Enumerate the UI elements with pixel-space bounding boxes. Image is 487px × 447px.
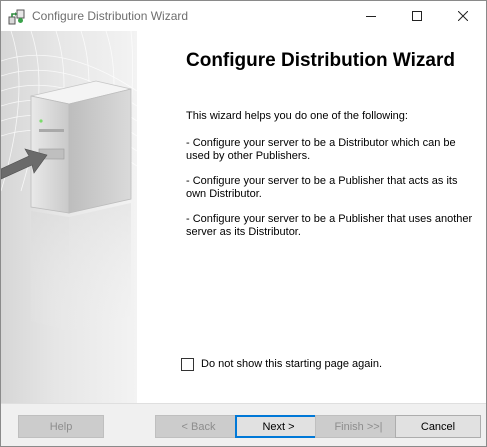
page-title: Configure Distribution Wizard (186, 50, 455, 71)
wizard-window: Configure Distribution Wizard Configure … (0, 0, 487, 447)
close-button[interactable] (440, 1, 486, 31)
option-description: - Configure your server to be a Publishe… (186, 175, 458, 200)
dont-show-again-label[interactable]: Do not show this starting page again. (201, 358, 382, 370)
server-illustration (1, 31, 137, 331)
maximize-icon (412, 11, 422, 21)
minimize-icon (366, 11, 376, 21)
intro-text: This wizard helps you do one of the foll… (186, 110, 408, 122)
help-button[interactable]: Help (18, 415, 104, 438)
cancel-button[interactable]: Cancel (395, 415, 481, 438)
option-description: - Configure your server to be a Distribu… (186, 137, 456, 162)
wizard-side-image (1, 31, 137, 403)
wizard-content: Configure Distribution Wizard This wizar… (137, 31, 486, 403)
back-button[interactable]: < Back (155, 415, 242, 438)
finish-button[interactable]: Finish >>| (315, 415, 402, 438)
dont-show-again-checkbox[interactable] (181, 357, 194, 371)
title-bar[interactable]: Configure Distribution Wizard (1, 1, 486, 31)
maximize-button[interactable] (394, 1, 440, 31)
minimize-button[interactable] (348, 1, 394, 31)
button-bar: Help < Back Next > Finish >>| Cancel (1, 403, 486, 446)
wizard-app-icon (8, 8, 25, 25)
next-button[interactable]: Next > (235, 415, 322, 438)
dont-show-again-option[interactable]: Do not show this starting page again. (181, 356, 382, 372)
option-description: - Configure your server to be a Publishe… (186, 213, 473, 238)
window-title: Configure Distribution Wizard (32, 9, 189, 23)
close-icon (458, 11, 468, 21)
